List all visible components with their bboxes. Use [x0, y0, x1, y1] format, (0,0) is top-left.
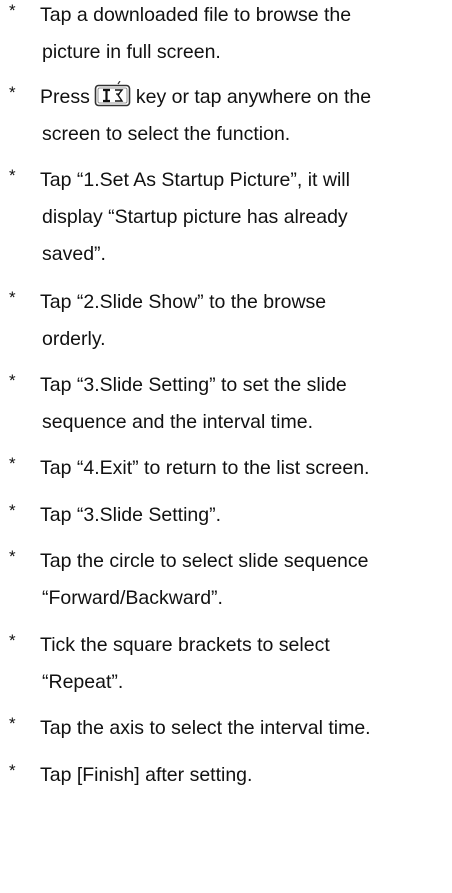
- item-text: saved”.: [42, 243, 106, 265]
- bullet-asterisk: *: [9, 547, 16, 566]
- list-item: * Press key or tap anywhere on the scree…: [0, 79, 445, 153]
- bullet-asterisk: *: [9, 501, 16, 520]
- item-text: Tap “3.Slide Setting” to set the slide: [40, 374, 347, 396]
- item-text-with-icon: Press key or tap anywhere on the: [40, 79, 445, 116]
- bullet-asterisk: *: [9, 83, 16, 102]
- bullet-asterisk: *: [9, 631, 16, 650]
- instruction-list: * Tap a downloaded file to browse the pi…: [0, 0, 452, 813]
- item-text: sequence and the interval time.: [42, 411, 314, 433]
- item-text: Tap “2.Slide Show” to the browse: [40, 291, 327, 313]
- item-text: orderly.: [42, 328, 106, 350]
- item-text: Tap the circle to select slide sequence: [40, 550, 369, 572]
- list-item: * Tap “2.Slide Show” to the browse order…: [0, 284, 445, 358]
- list-item: * Tap the axis to select the interval ti…: [0, 710, 445, 747]
- list-item: * Tap [Finish] after setting.: [0, 757, 445, 794]
- item-text: Tap “3.Slide Setting”.: [40, 504, 222, 526]
- bullet-asterisk: *: [9, 288, 16, 307]
- bullet-asterisk: *: [9, 761, 16, 780]
- list-item: * Tap the circle to select slide sequenc…: [0, 543, 445, 617]
- bullet-asterisk: *: [9, 454, 16, 473]
- item-text: “Repeat”.: [42, 671, 124, 693]
- bullet-asterisk: *: [9, 371, 16, 390]
- list-item: * Tap “1.Set As Startup Picture”, it wil…: [0, 162, 445, 273]
- item-text: key or tap anywhere on the: [135, 86, 372, 108]
- list-item: * Tap a downloaded file to browse the pi…: [0, 0, 445, 71]
- bullet-asterisk: *: [9, 1, 16, 20]
- bullet-asterisk: *: [9, 166, 16, 185]
- item-text: Tick the square brackets to select: [40, 634, 330, 656]
- item-text: Tap “1.Set As Startup Picture”, it will: [40, 169, 350, 191]
- list-item: * Tick the square brackets to select “Re…: [0, 627, 445, 701]
- bullet-asterisk: *: [9, 714, 16, 733]
- list-item: * Tap “3.Slide Setting”.: [0, 497, 445, 534]
- item-text: Press: [40, 86, 90, 108]
- item-text: Tap “4.Exit” to return to the list scree…: [40, 457, 370, 479]
- item-text: Tap [Finish] after setting.: [40, 764, 253, 786]
- item-text: picture in full screen.: [42, 41, 221, 63]
- item-text: Tap a downloaded file to browse the: [40, 4, 352, 26]
- item-text: Tap the axis to select the interval time…: [40, 717, 371, 739]
- item-text: display “Startup picture has already: [42, 206, 348, 228]
- item-text: screen to select the function.: [42, 123, 291, 145]
- list-item: * Tap “3.Slide Setting” to set the slide…: [0, 367, 445, 441]
- item-text: “Forward/Backward”.: [42, 587, 223, 609]
- menu-key-icon: [94, 80, 132, 107]
- list-item: * Tap “4.Exit” to return to the list scr…: [0, 450, 445, 487]
